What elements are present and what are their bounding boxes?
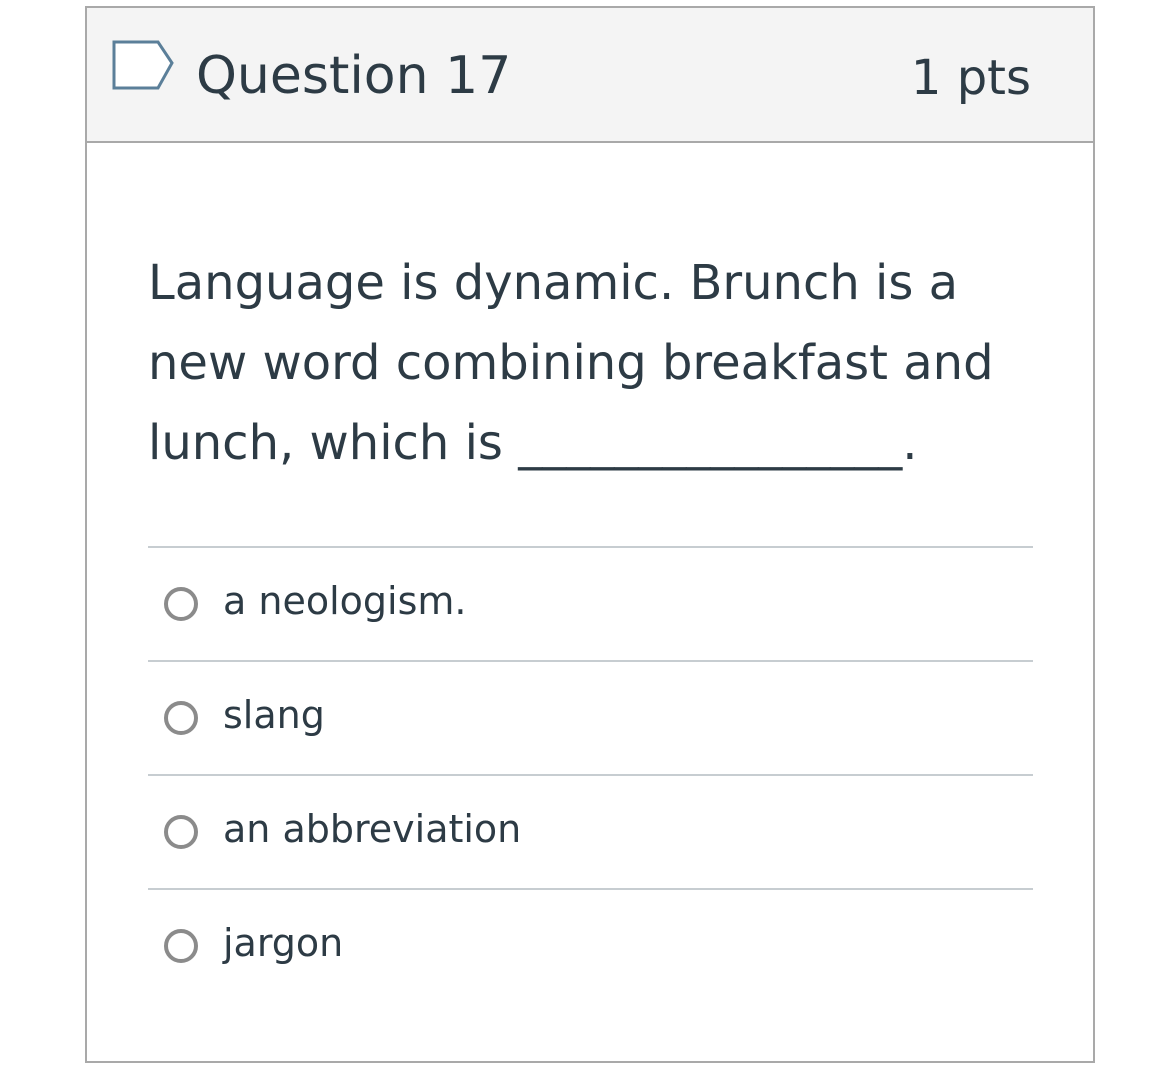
answer-option[interactable]: a neologism.: [148, 546, 1033, 660]
answer-list: a neologism. slang an abbreviation jargo…: [148, 546, 1033, 1002]
answer-label[interactable]: jargon: [223, 918, 343, 968]
question-title: Question 17: [196, 46, 512, 106]
question-points: 1 pts: [910, 50, 1031, 106]
flag-question-icon[interactable]: [112, 40, 174, 90]
answer-option[interactable]: slang: [148, 660, 1033, 774]
question-text: Language is dynamic. Brunch is a new wor…: [148, 255, 994, 471]
radio-button[interactable]: [164, 701, 198, 735]
answer-option[interactable]: an abbreviation: [148, 774, 1033, 888]
question-card: Question 17 1 pts Language is dynamic. B…: [85, 6, 1095, 1063]
answer-label[interactable]: slang: [223, 690, 325, 740]
question-header: Question 17 1 pts: [87, 8, 1093, 143]
radio-button[interactable]: [164, 815, 198, 849]
radio-button[interactable]: [164, 587, 198, 621]
answer-label[interactable]: a neologism.: [223, 576, 466, 626]
answer-label[interactable]: an abbreviation: [223, 804, 521, 854]
answer-option[interactable]: jargon: [148, 888, 1033, 1002]
radio-button[interactable]: [164, 929, 198, 963]
